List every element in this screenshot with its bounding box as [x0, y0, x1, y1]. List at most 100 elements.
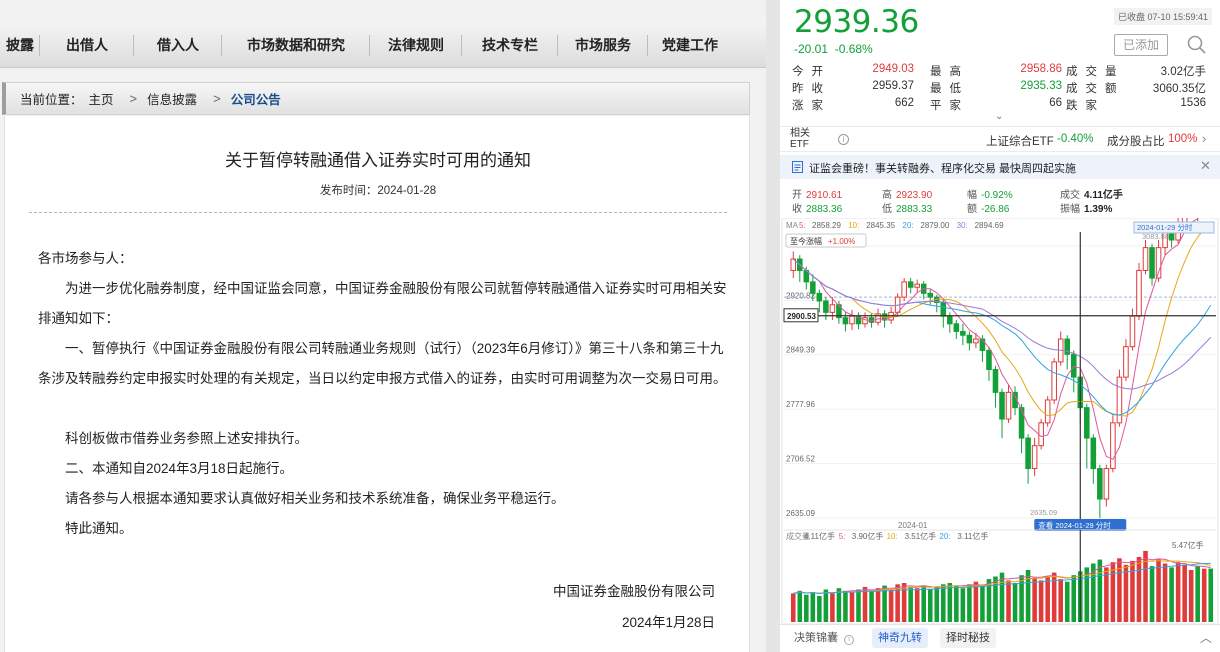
- ma-legend-value: 2879.00: [920, 221, 949, 230]
- volume-bar: [967, 584, 972, 622]
- article-date: 发布时间：2024-01-28: [319, 185, 437, 197]
- volume-bar: [1025, 570, 1031, 622]
- volume-bar: [856, 589, 861, 622]
- volume-legend-label: 20:: [939, 532, 950, 541]
- etf-label-1: 相关: [790, 128, 810, 139]
- y-tick-label: 2777.96: [786, 400, 815, 409]
- crosshair-date-label: 查看 2024-01-29 分时: [1038, 520, 1111, 530]
- quote-label: 昨收: [792, 83, 831, 95]
- low-label: 2635.09: [1030, 508, 1057, 517]
- candle-body: [914, 283, 920, 288]
- ohlc-value: 1.39%: [1084, 204, 1113, 215]
- related-etf-bar[interactable]: 相关 ETF i 上证综合ETF -0.40% 成分股占比 100% ›: [780, 126, 1220, 152]
- nav-item[interactable]: 出借人: [40, 23, 134, 68]
- ohlc-key: 高: [882, 190, 892, 201]
- quote-row: 今开 2949.03 最高 2958.86 成交量 3.02亿手: [792, 62, 1208, 79]
- tab-magic-nine[interactable]: 神奇九转: [872, 628, 928, 648]
- breadcrumb-current[interactable]: 公司公告: [231, 89, 281, 108]
- volume-bar: [1038, 580, 1044, 622]
- ohlc-value: 2923.90: [896, 190, 933, 201]
- volume-bar: [797, 590, 803, 622]
- info-icon[interactable]: i: [838, 134, 849, 145]
- volume-bar: [960, 588, 966, 622]
- breadcrumb-home[interactable]: 主页: [89, 89, 114, 108]
- added-watchlist-button[interactable]: 已添加: [1114, 34, 1168, 56]
- nav-item[interactable]: 借入人: [134, 23, 222, 68]
- nav-item[interactable]: 技术专栏: [462, 23, 558, 68]
- market-status: 已收盘 07-10 15:59:41: [1113, 8, 1212, 25]
- candle-body: [862, 317, 868, 325]
- volume-bar: [1195, 566, 1200, 622]
- quote-row: 昨收 2959.37 最低 2935.33 成交额 3060.35亿: [792, 79, 1208, 96]
- article-paragraph: 二、本通知自2024年3月18日起施行。: [65, 461, 294, 476]
- candle-body: [1044, 399, 1051, 424]
- top-date-label: 2024-01-29 分时: [1137, 222, 1193, 232]
- chevron-down-icon[interactable]: ⌄: [995, 111, 1003, 122]
- tab-decision[interactable]: 决策锦囊 i: [788, 628, 860, 648]
- candle-body: [986, 349, 992, 371]
- candle-body: [849, 315, 855, 325]
- nav-item[interactable]: 党建工作: [648, 23, 732, 68]
- candle-body: [901, 281, 907, 298]
- candle-body: [1123, 346, 1129, 378]
- candle-body: [1136, 269, 1142, 317]
- news-banner[interactable]: 证监会重磅！事关转融券、程序化交易 最快周四起实施 ✕: [780, 155, 1220, 179]
- candle-body: [907, 281, 914, 288]
- volume-bar: [849, 592, 855, 622]
- volume-bar: [1130, 560, 1135, 622]
- volume-bar: [1032, 577, 1037, 622]
- ohlc-item: 振幅 1.39%: [1060, 203, 1112, 217]
- news-text: 证监会重磅！事关转融券、程序化交易 最快周四起实施: [809, 163, 1077, 175]
- nav-item[interactable]: 市场服务: [558, 23, 648, 68]
- nav-item[interactable]: 法律规则: [370, 23, 462, 68]
- ohlc-item: 额 -26.86: [967, 203, 1009, 217]
- candle-body: [947, 315, 953, 325]
- article-paragraph: 为进一步优化融券制度，经中国证监会同意，中国证券金融股份有限公司就暂停转融通借入…: [38, 281, 727, 326]
- last-price: 2939.36: [794, 4, 919, 40]
- quote-stats: 今开 2949.03 最高 2958.86 成交量 3.02亿手 昨收 2959.37 最低 29…: [792, 62, 1208, 113]
- search-icon[interactable]: [1186, 34, 1208, 56]
- breadcrumb-disclosure[interactable]: 信息披露: [147, 89, 197, 108]
- article-title: 关于暂停转融通借入证券实时可用的通知: [225, 151, 531, 170]
- nav-item[interactable]: 市场数据和研究: [222, 23, 370, 68]
- panel-gap: [766, 0, 780, 652]
- volume-bar: [836, 588, 842, 622]
- candle-body: [979, 338, 986, 351]
- chevron-up-icon[interactable]: ︿: [1200, 629, 1212, 646]
- etf-label-2: ETF: [790, 139, 809, 150]
- candle-body: [999, 391, 1005, 420]
- candle-body: [816, 292, 823, 302]
- candle-body: [1116, 376, 1123, 424]
- volume-bar: [1051, 572, 1057, 622]
- candle-body: [927, 292, 934, 298]
- candle-body: [973, 338, 979, 344]
- volume-bar: [817, 596, 822, 622]
- since-value: +1.00%: [828, 237, 855, 246]
- etf-weight: 100%: [1168, 133, 1198, 145]
- y-tick-label: 2706.52: [786, 455, 815, 464]
- quote-label: 最高: [930, 66, 969, 78]
- ma-legend-value: 2858.29: [812, 221, 841, 230]
- ma-legend-label: MA: [786, 221, 799, 230]
- volume-bar: [1201, 568, 1207, 622]
- y-tick-label: 2849.39: [786, 346, 815, 355]
- breadcrumb-prefix: 当前位置：: [20, 93, 83, 107]
- volume-legend-value: 3.90亿手: [852, 531, 884, 541]
- announcement-page: 披露 出借人 借入人 市场数据和研究 法律规则 技术专栏 市场服务 党建工作 当前位置： 主页…: [0, 0, 766, 652]
- crosshair-price: 2900.53: [787, 312, 816, 321]
- kline-svg[interactable]: MA 5: 2858.29 10: 2845.35 20: 2879.00 30: 2894.6…: [780, 176, 1220, 625]
- volume-legend-value: 3.11亿手: [957, 531, 988, 541]
- volume-bar: [810, 592, 816, 622]
- kline-chart[interactable]: MA 5: 2858.29 10: 2845.35 20: 2879.00 30: 2894.6…: [780, 176, 1220, 625]
- volume-bar: [1104, 567, 1109, 622]
- since-label: 至今涨幅: [790, 236, 822, 246]
- nav-item[interactable]: 披露: [0, 23, 40, 68]
- etf-pct: -0.40%: [1057, 133, 1094, 145]
- tab-timing[interactable]: 择时秘技: [940, 628, 996, 648]
- volume-max-label: 5.47亿手: [1172, 540, 1204, 550]
- close-icon[interactable]: ✕: [1200, 158, 1211, 174]
- volume-bar: [804, 594, 809, 622]
- chart-frame: [781, 217, 1219, 625]
- volume-bar: [1182, 564, 1187, 622]
- candle-body: [810, 281, 816, 294]
